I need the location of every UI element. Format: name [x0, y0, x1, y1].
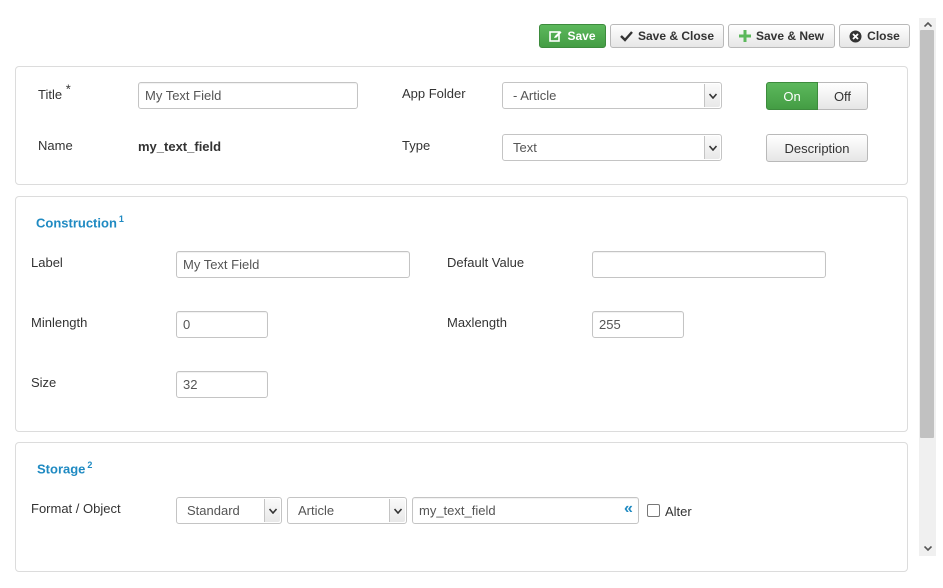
save-button-label: Save	[567, 29, 596, 43]
save-close-button[interactable]: Save & Close	[610, 24, 724, 48]
size-input[interactable]	[176, 371, 268, 398]
toggle-on-button[interactable]: On	[766, 82, 818, 110]
title-label: Title *	[38, 83, 71, 102]
name-value: my_text_field	[138, 139, 222, 154]
chevron-down-icon	[389, 499, 405, 522]
minlength-label: Minlength	[31, 315, 88, 330]
storage-title: Storage 2	[37, 460, 92, 476]
check-icon	[620, 31, 633, 42]
storage-title-text: Storage	[37, 461, 86, 477]
default-value-label: Default Value	[447, 255, 525, 270]
title-input[interactable]	[138, 82, 358, 109]
scroll-up-icon[interactable]	[919, 18, 936, 30]
save-close-button-label: Save & Close	[637, 29, 715, 43]
type-label: Type	[402, 138, 431, 153]
construction-title: Construction 1	[36, 214, 124, 230]
save-new-button-label: Save & New	[755, 29, 825, 43]
object-select[interactable]: Article	[287, 497, 407, 524]
default-value-input[interactable]	[592, 251, 826, 278]
required-marker: *	[65, 81, 71, 97]
maxlength-input[interactable]	[592, 311, 684, 338]
object-value: Article	[298, 503, 335, 518]
title-label-text: Title	[38, 87, 63, 102]
label-label: Label	[31, 255, 63, 270]
name-label: Name	[38, 138, 73, 153]
alter-checkbox[interactable]	[647, 504, 660, 517]
app-folder-label: App Folder	[402, 86, 466, 101]
storage-footnote: 2	[87, 460, 93, 470]
edit-icon	[549, 30, 562, 42]
save-new-button[interactable]: Save & New	[728, 24, 835, 48]
close-button[interactable]: Close	[839, 24, 910, 48]
plus-icon	[738, 30, 751, 42]
alter-label: Alter	[665, 504, 692, 519]
chevron-down-icon	[704, 84, 720, 107]
app-folder-select[interactable]: - Article	[502, 82, 722, 109]
scrollbar-thumb[interactable]	[920, 30, 934, 438]
scroll-down-icon[interactable]	[919, 542, 936, 554]
type-value: Text	[513, 140, 537, 155]
toggle-off-button[interactable]: Off	[818, 82, 868, 110]
format-object-label: Format / Object	[31, 501, 121, 516]
minlength-input[interactable]	[176, 311, 268, 338]
construction-footnote: 1	[118, 214, 124, 224]
description-button[interactable]: Description	[766, 134, 868, 162]
app-folder-value: - Article	[513, 88, 557, 103]
save-button[interactable]: Save	[539, 24, 606, 48]
type-select[interactable]: Text	[502, 134, 722, 161]
maxlength-label: Maxlength	[447, 315, 507, 330]
chevron-down-icon	[264, 499, 280, 522]
construction-panel	[15, 196, 908, 432]
chevron-down-icon	[704, 136, 720, 159]
close-circle-icon	[849, 30, 862, 42]
construction-title-text: Construction	[36, 215, 117, 231]
close-button-label: Close	[867, 29, 900, 43]
format-value: Standard	[187, 503, 240, 518]
storage-field-input[interactable]	[412, 497, 639, 524]
label-input[interactable]	[176, 251, 410, 278]
double-chevron-left-icon[interactable]: «	[624, 500, 633, 518]
format-select[interactable]: Standard	[176, 497, 282, 524]
size-label: Size	[31, 375, 57, 390]
